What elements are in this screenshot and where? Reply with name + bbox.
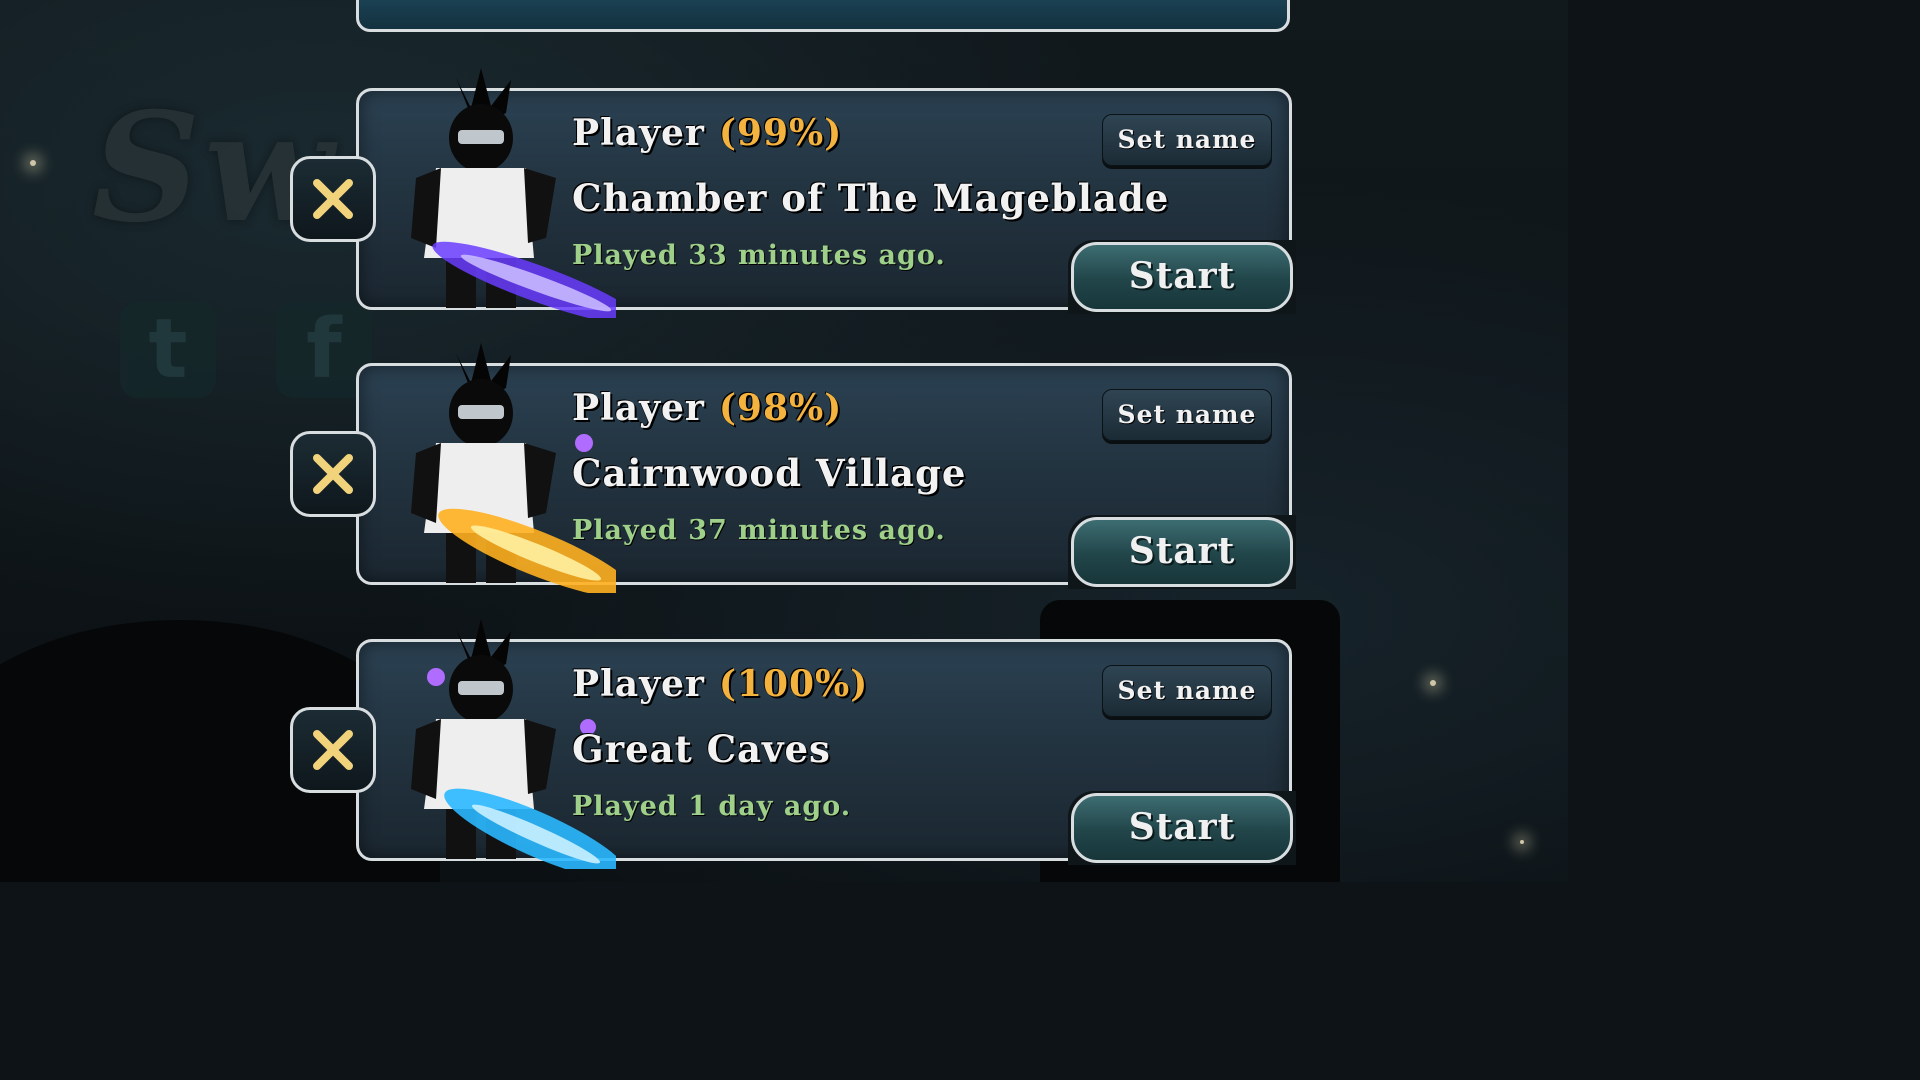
sparkle — [1520, 840, 1524, 844]
save-slot: Player (100%) Great Caves Played 1 day ag… — [290, 619, 1296, 880]
save-location: Cairnwood Village — [572, 451, 967, 495]
delete-save-button[interactable] — [290, 431, 376, 517]
start-button[interactable]: Start — [1071, 242, 1293, 312]
player-name: Player (100%) — [572, 663, 868, 705]
player-name-text: Player — [572, 387, 705, 429]
player-name: Player (98%) — [572, 387, 842, 429]
save-slot: Player (98%) Cairnwood Village Played 37 … — [290, 343, 1296, 598]
set-name-button[interactable]: Set name — [1102, 665, 1272, 717]
completion-percent: (98%) — [718, 387, 843, 429]
close-icon — [313, 454, 353, 494]
player-name-text: Player — [572, 663, 705, 705]
sparkle — [1430, 680, 1436, 686]
close-icon — [313, 179, 353, 219]
save-location: Chamber of The Mageblade — [572, 176, 1170, 220]
set-name-button[interactable]: Set name — [1102, 114, 1272, 166]
last-played: Played 37 minutes ago. — [572, 515, 946, 546]
last-played: Played 33 minutes ago. — [572, 240, 946, 271]
completion-percent: (100%) — [718, 663, 869, 705]
completion-percent: (99%) — [718, 112, 843, 154]
sparkle — [30, 160, 36, 166]
player-name: Player (99%) — [572, 112, 842, 154]
start-button[interactable]: Start — [1071, 793, 1293, 863]
saved-games-screen: Swo t f ♫ — [0, 0, 1568, 882]
set-name-button[interactable]: Set name — [1102, 389, 1272, 441]
save-slot: Player (99%) Chamber of The Mageblade Pla… — [290, 68, 1296, 325]
start-button[interactable]: Start — [1071, 517, 1293, 587]
close-icon — [313, 730, 353, 770]
save-location: Great Caves — [572, 727, 831, 771]
delete-save-button[interactable] — [290, 707, 376, 793]
player-name-text: Player — [572, 112, 705, 154]
saved-games-header-panel — [356, 0, 1290, 32]
twitter-icon: t — [120, 302, 216, 398]
last-played: Played 1 day ago. — [572, 791, 852, 822]
delete-save-button[interactable] — [290, 156, 376, 242]
